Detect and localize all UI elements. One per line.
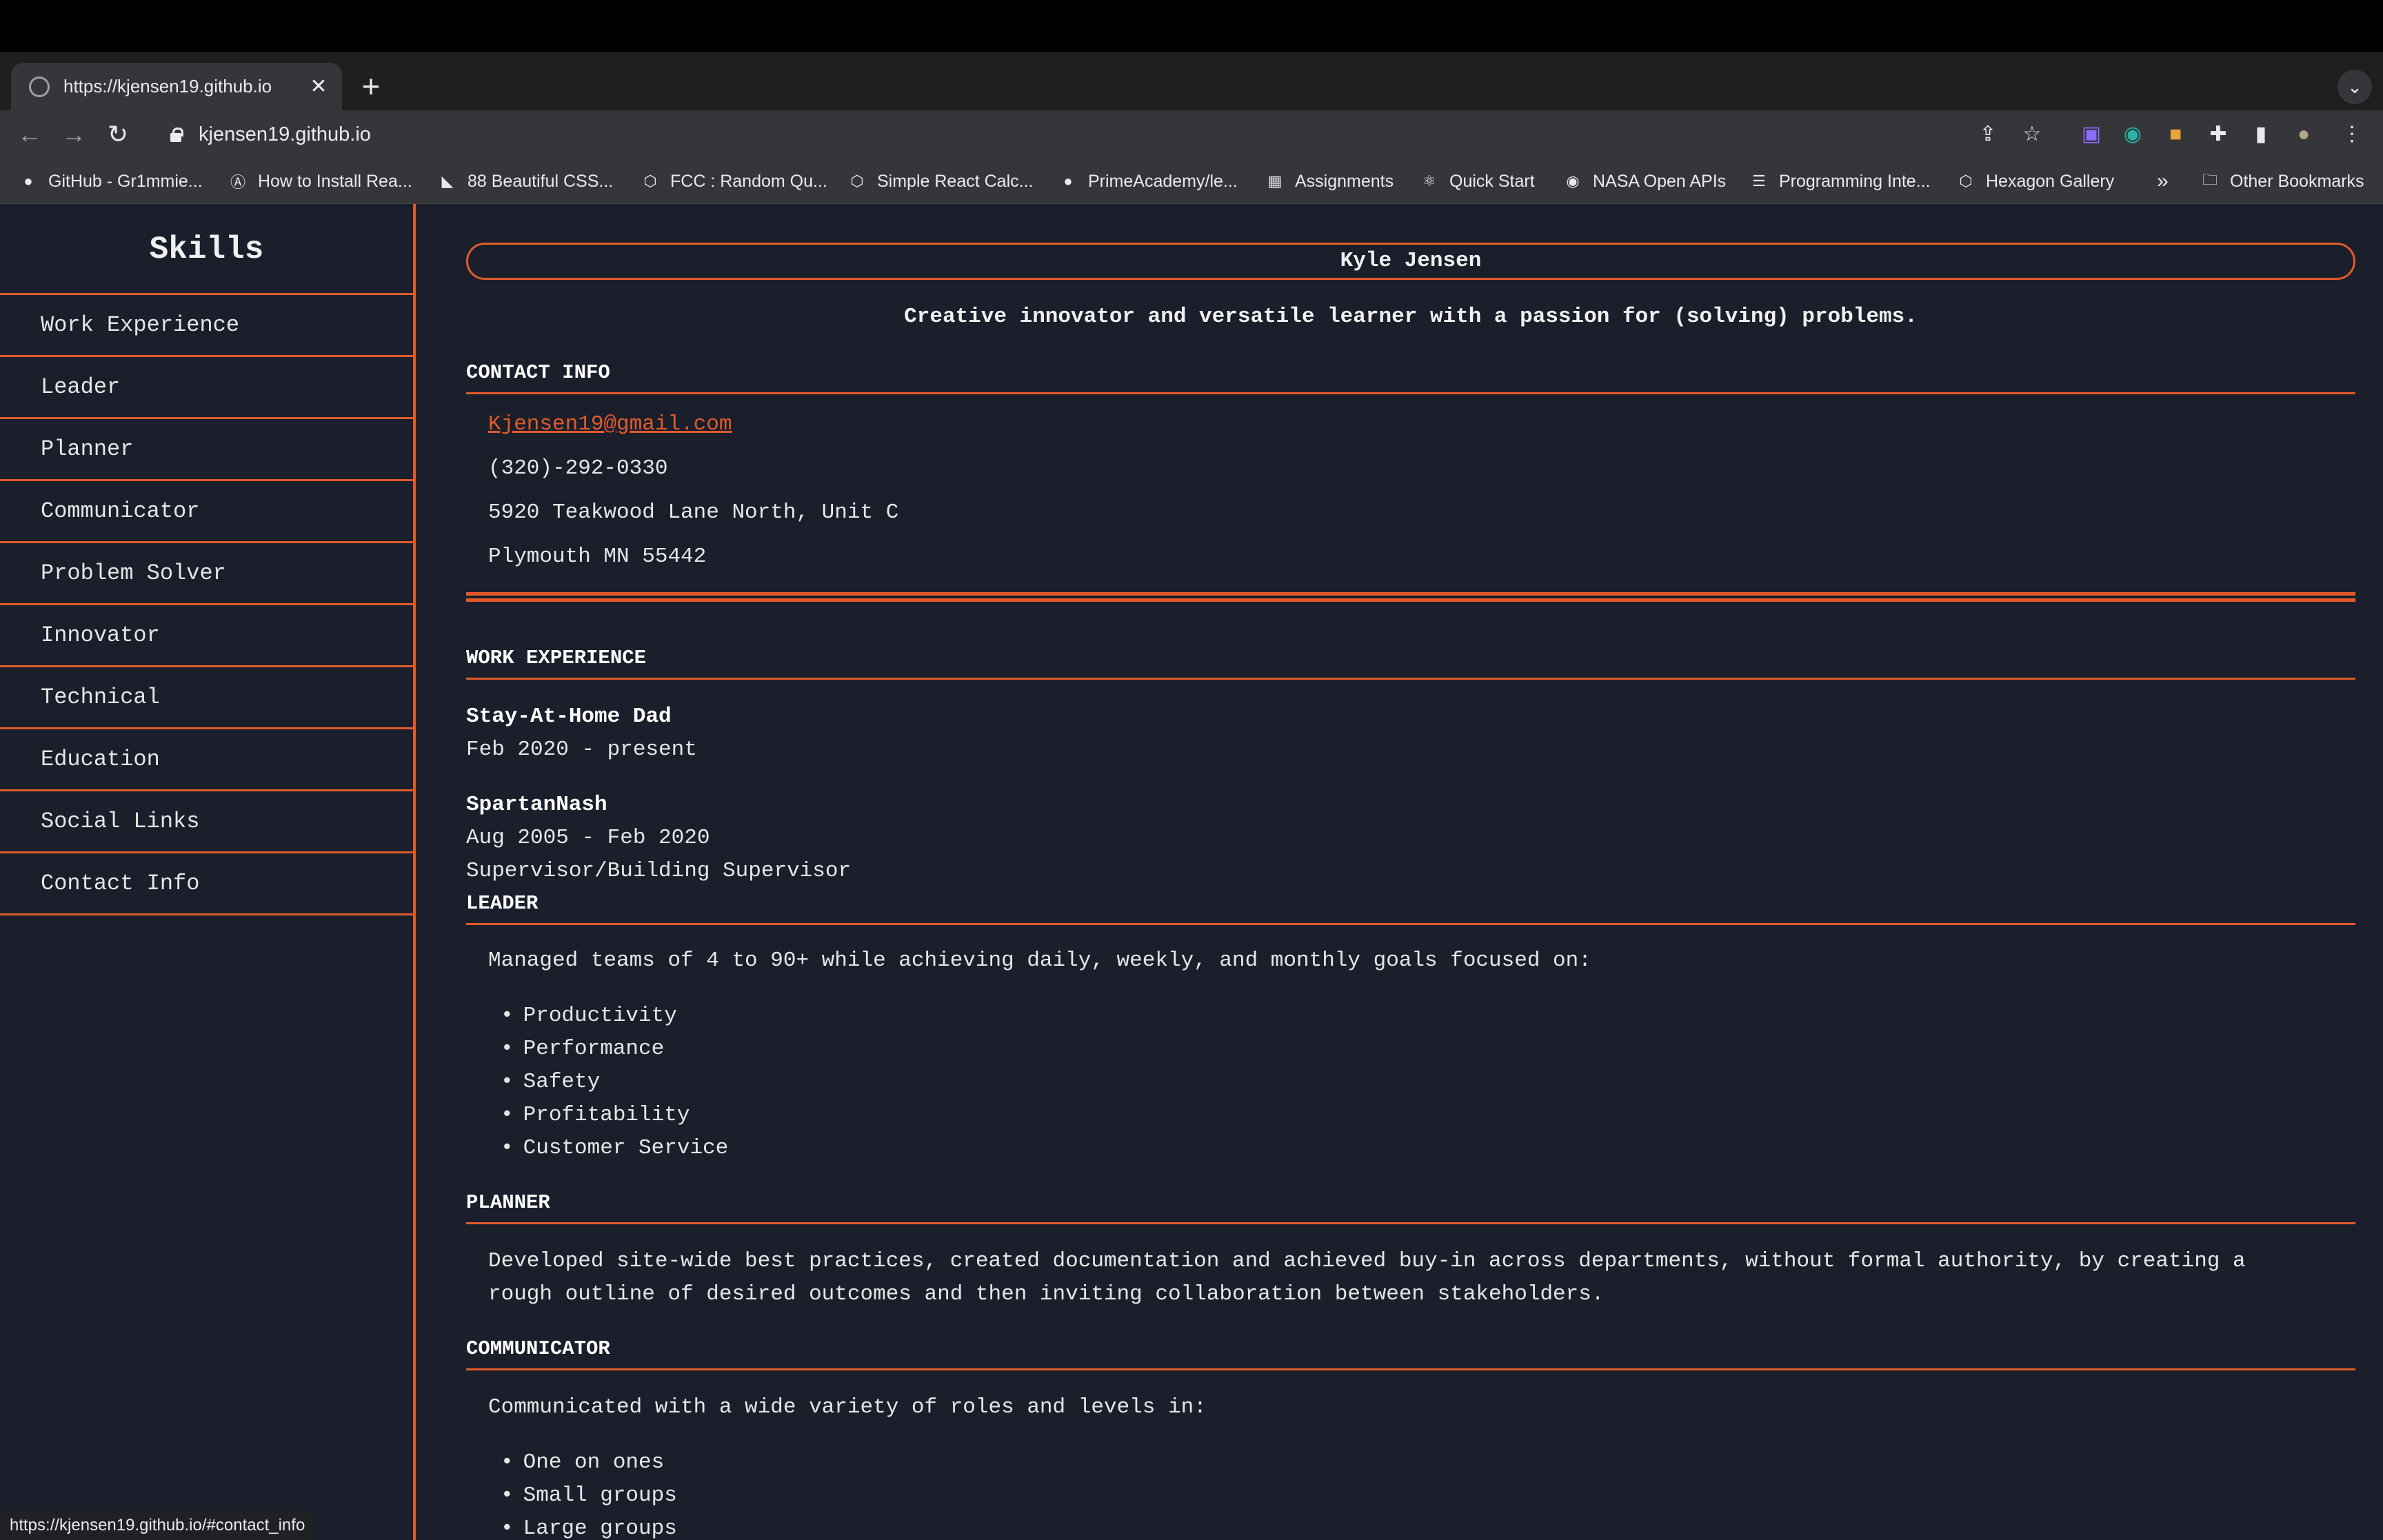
name-header: Kyle Jensen <box>466 243 2355 280</box>
share-icon[interactable]: ⇪ <box>1973 120 2002 149</box>
sidebar-item-planner[interactable]: Planner <box>0 419 413 481</box>
bookmark-item[interactable]: ● PrimeAcademy/le... <box>1058 159 1237 204</box>
email-link[interactable]: Kjensen19@gmail.com <box>488 412 732 436</box>
list-item: Small groups <box>501 1483 677 1508</box>
link-status-bar: https://kjensen19.github.io/#contact_inf… <box>0 1511 315 1540</box>
codepen-icon: ⬡ <box>643 172 657 190</box>
sidebar-item-education[interactable]: Education <box>0 729 413 791</box>
tab-title: https://kjensen19.github.io <box>63 76 272 97</box>
sidebar-item-social-links[interactable]: Social Links <box>0 791 413 853</box>
css-icon: ◣ <box>441 172 454 190</box>
leader-intro: Managed teams of 4 to 90+ while achievin… <box>488 949 1591 973</box>
phone-number: (320)-292-0330 <box>488 456 668 480</box>
sidebar-item-work-experience[interactable]: Work Experience <box>0 295 413 357</box>
address-line-1: 5920 Teakwood Lane North, Unit C <box>488 500 899 525</box>
bookmark-item[interactable]: ⬡ Hexagon Gallery <box>1955 159 2114 204</box>
forward-arrow-icon[interactable]: → <box>57 117 91 152</box>
side-panel-icon[interactable]: ▮ <box>2246 120 2275 149</box>
profile-avatar-icon[interactable]: ● <box>2289 120 2318 149</box>
list-item: Productivity <box>501 1004 677 1028</box>
bookmark-item[interactable]: ☰ Programming Inte... <box>1749 159 1930 204</box>
bookmarks-bar: ● GitHub - Gr1mmie... Ⓐ How to Install R… <box>0 159 2383 204</box>
globe-icon <box>29 76 50 97</box>
extensions-puzzle-icon[interactable]: ✚ <box>2204 120 2233 149</box>
a-icon: Ⓐ <box>230 174 245 191</box>
communicator-intro: Communicated with a wide variety of role… <box>488 1395 1207 1419</box>
menu-kebab-icon[interactable]: ⋮ <box>2337 120 2366 149</box>
folder-icon: 🗀 <box>2202 171 2218 188</box>
contact-info-heading: CONTACT INFO <box>466 361 2355 394</box>
close-tab-icon[interactable]: ✕ <box>305 74 332 99</box>
job-role: Supervisor/Building Supervisor <box>466 859 852 883</box>
bookmark-item[interactable]: ◣ 88 Beautiful CSS... <box>437 159 614 204</box>
list-item: Safety <box>501 1070 601 1094</box>
bookmark-item[interactable]: ⬡ Simple React Calc... <box>847 159 1033 204</box>
bookmark-item[interactable]: ⚛ Quick Start <box>1419 159 1535 204</box>
list-item: Customer Service <box>501 1136 729 1160</box>
nasa-icon: ◉ <box>1566 172 1580 190</box>
work-experience-heading: WORK EXPERIENCE <box>466 647 2355 680</box>
reload-icon[interactable]: ↻ <box>101 117 135 152</box>
github-icon: ● <box>1063 172 1073 190</box>
active-tab[interactable]: https://kjensen19.github.io ✕ <box>11 63 342 110</box>
bookmark-item[interactable]: ⬡ FCC : Random Qu... <box>640 159 827 204</box>
list-item: Profitability <box>501 1103 690 1127</box>
github-icon: ● <box>23 172 33 190</box>
extension-a-icon[interactable]: ◉ <box>2118 120 2147 149</box>
bookmark-item[interactable]: ◉ NASA Open APIs <box>1562 159 1726 204</box>
leader-heading: LEADER <box>466 892 2355 925</box>
sidebar-item-technical[interactable]: Technical <box>0 667 413 729</box>
bookmark-star-icon[interactable]: ☆ <box>2018 120 2047 149</box>
tab-search-button[interactable]: ⌄ <box>2337 70 2372 104</box>
new-tab-button[interactable]: + <box>352 68 390 107</box>
planner-heading: PLANNER <box>466 1191 2355 1224</box>
sidebar-item-communicator[interactable]: Communicator <box>0 481 413 543</box>
address-bar[interactable]: kjensen19.github.io <box>153 114 1946 154</box>
job-title: Stay-At-Home Dad <box>466 705 672 729</box>
tab-strip: https://kjensen19.github.io ✕ + ⌄ <box>0 52 2383 110</box>
skills-sidebar: Skills Work Experience Leader Planner Co… <box>0 204 416 1540</box>
sidebar-item-leader[interactable]: Leader <box>0 357 413 419</box>
planner-line-2: rough outline of desired outcomes and th… <box>488 1282 1605 1306</box>
list-item: Large groups <box>501 1517 677 1540</box>
sidebar-title: Skills <box>0 204 413 295</box>
back-arrow-icon[interactable]: ← <box>12 117 47 152</box>
lock-icon <box>168 127 183 142</box>
planner-line-1: Developed site-wide best practices, crea… <box>488 1249 2246 1273</box>
extension-orange-icon[interactable]: ■ <box>2161 120 2190 149</box>
extension-p-icon[interactable]: ▣ <box>2077 120 2106 149</box>
sidebar-item-contact-info[interactable]: Contact Info <box>0 853 413 915</box>
bookmark-item[interactable]: ● GitHub - Gr1mmie... <box>18 159 202 204</box>
other-bookmarks-folder[interactable]: 🗀 Other Bookmarks <box>2200 159 2364 204</box>
web-page: Skills Work Experience Leader Planner Co… <box>0 204 2383 1540</box>
job-title: SpartanNash <box>466 793 607 817</box>
sidebar-item-problem-solver[interactable]: Problem Solver <box>0 543 413 605</box>
grid-icon: ▦ <box>1267 172 1283 190</box>
sidebar-item-innovator[interactable]: Innovator <box>0 605 413 667</box>
react-icon: ⚛ <box>1422 172 1436 190</box>
bookmark-item[interactable]: Ⓐ How to Install Rea... <box>228 159 412 204</box>
communicator-heading: COMMUNICATOR <box>466 1337 2355 1370</box>
bookmarks-overflow-button[interactable]: » <box>2157 159 2169 204</box>
list-item: One on ones <box>501 1450 665 1475</box>
bookmark-item[interactable]: ▦ Assignments <box>1265 159 1394 204</box>
browser-toolbar: ← → ↻ kjensen19.github.io ⇪ ☆ ▣ ◉ ■ ✚ ▮ … <box>0 110 2383 159</box>
codepen-icon: ⬡ <box>850 172 864 190</box>
address-line-2: Plymouth MN 55442 <box>488 545 707 569</box>
address-url: kjensen19.github.io <box>199 123 371 145</box>
list-item: Performance <box>501 1037 665 1061</box>
window-top-bar <box>0 0 2383 52</box>
tagline: Creative innovator and versatile learner… <box>904 305 1918 329</box>
stack-icon: ☰ <box>1752 172 1766 190</box>
job-dates: Aug 2005 - Feb 2020 <box>466 826 710 850</box>
section-divider <box>466 592 2355 602</box>
job-dates: Feb 2020 - present <box>466 738 697 762</box>
codepen-icon: ⬡ <box>1959 172 1973 190</box>
